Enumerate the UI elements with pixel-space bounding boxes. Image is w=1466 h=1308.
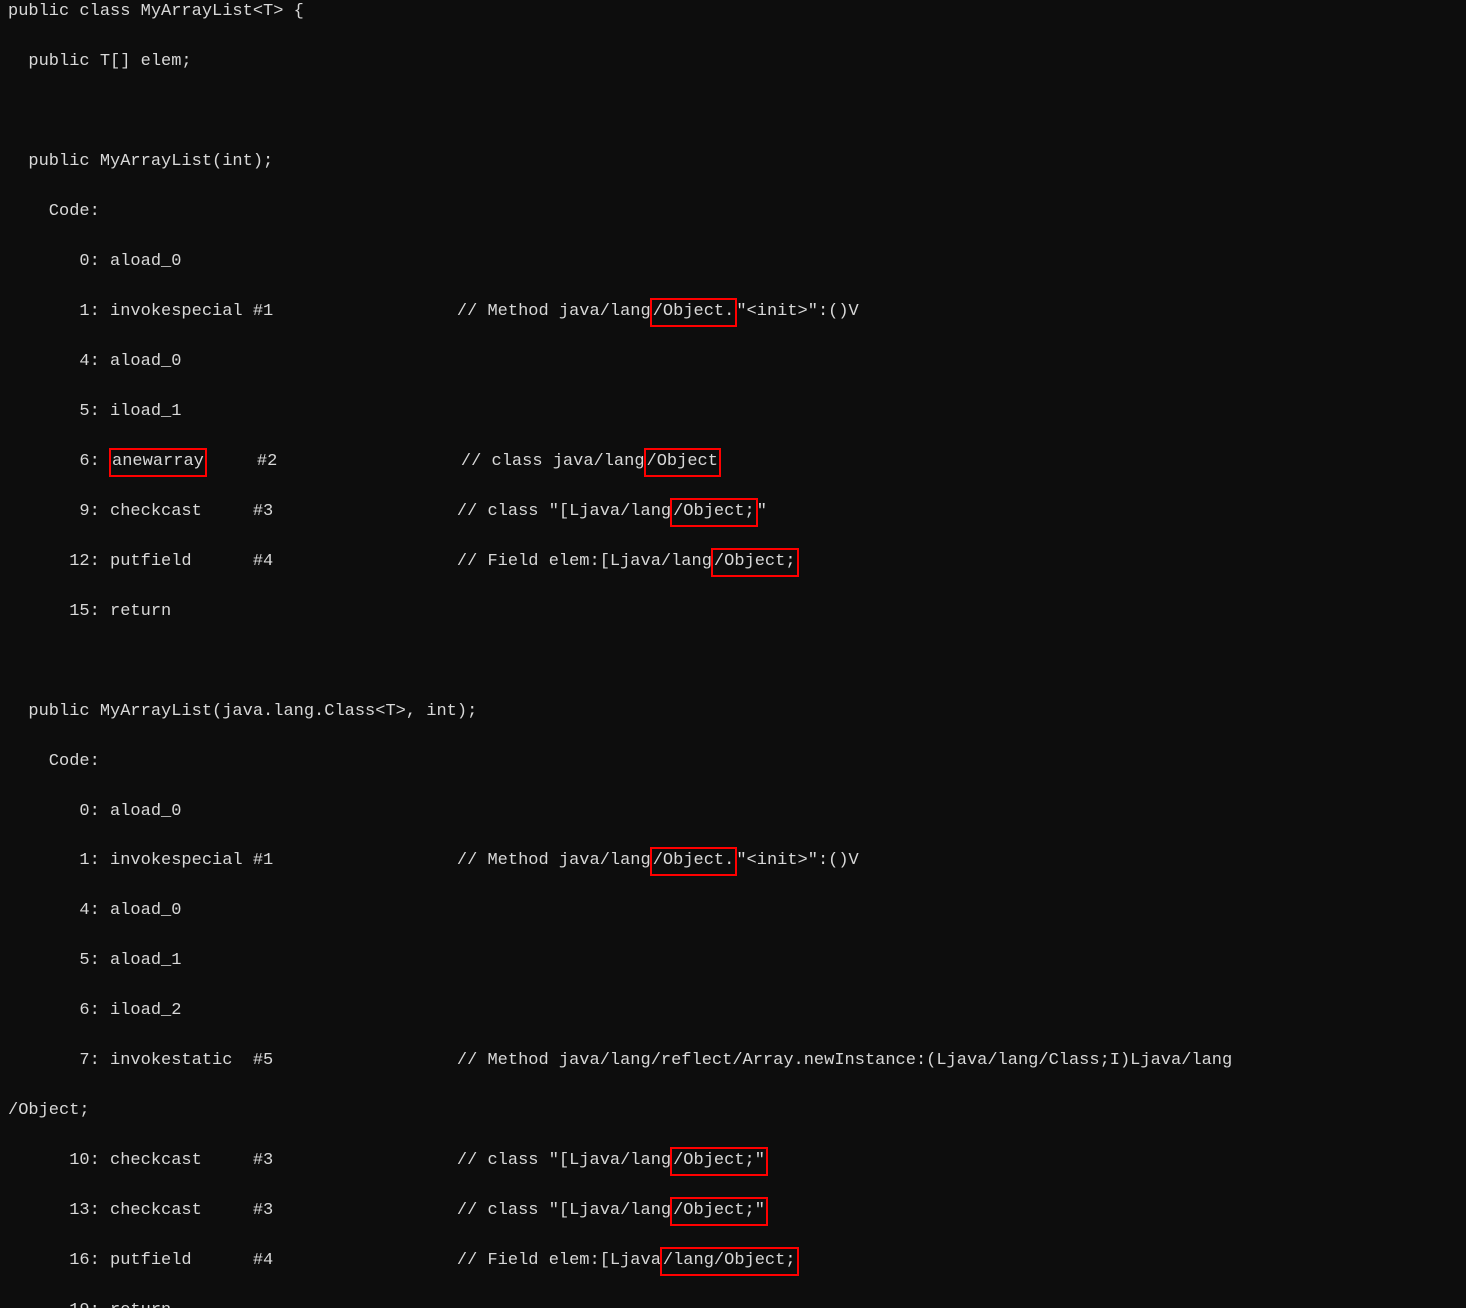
bytecode-line: 15: return xyxy=(8,600,1458,625)
blank-line xyxy=(8,100,1458,125)
bytecode-line: 6: anewarray #2 // class java/lang/Objec… xyxy=(8,450,1458,475)
highlight-object: /Object. xyxy=(650,847,738,876)
bytecode-line: 5: aload_1 xyxy=(8,949,1458,974)
highlight-object: /Object;" xyxy=(670,1147,768,1176)
bytecode-line: 4: aload_0 xyxy=(8,899,1458,924)
constructor1-declaration: public MyArrayList(int); xyxy=(8,150,1458,175)
code-listing: public class MyArrayList<T> { public T[]… xyxy=(0,0,1466,1308)
highlight-object: /Object xyxy=(644,448,721,477)
class-declaration: public class MyArrayList<T> { xyxy=(8,0,1458,25)
highlight-object: /lang/Object; xyxy=(660,1247,799,1276)
highlight-anewarray: anewarray xyxy=(109,448,207,477)
bytecode-line: 7: invokestatic #5 // Method java/lang/r… xyxy=(8,1049,1458,1074)
highlight-object: /Object; xyxy=(711,548,799,577)
code-label: Code: xyxy=(8,750,1458,775)
highlight-object: /Object; xyxy=(670,498,758,527)
bytecode-line: 9: checkcast #3 // class "[Ljava/lang/Ob… xyxy=(8,500,1458,525)
bytecode-line: 4: aload_0 xyxy=(8,350,1458,375)
bytecode-line: 0: aload_0 xyxy=(8,800,1458,825)
bytecode-line: /Object; xyxy=(8,1099,1458,1124)
bytecode-line: 1: invokespecial #1 // Method java/lang/… xyxy=(8,849,1458,874)
highlight-object: /Object. xyxy=(650,298,738,327)
blank-line xyxy=(8,650,1458,675)
bytecode-line: 12: putfield #4 // Field elem:[Ljava/lan… xyxy=(8,550,1458,575)
bytecode-line: 10: checkcast #3 // class "[Ljava/lang/O… xyxy=(8,1149,1458,1174)
bytecode-line: 16: putfield #4 // Field elem:[Ljava/lan… xyxy=(8,1249,1458,1274)
field-declaration: public T[] elem; xyxy=(8,50,1458,75)
bytecode-line: 0: aload_0 xyxy=(8,250,1458,275)
code-label: Code: xyxy=(8,200,1458,225)
bytecode-line: 6: iload_2 xyxy=(8,999,1458,1024)
bytecode-line: 19: return xyxy=(8,1299,1458,1308)
bytecode-line: 5: iload_1 xyxy=(8,400,1458,425)
bytecode-line: 1: invokespecial #1 // Method java/lang/… xyxy=(8,300,1458,325)
constructor2-declaration: public MyArrayList(java.lang.Class<T>, i… xyxy=(8,700,1458,725)
highlight-object: /Object;" xyxy=(670,1197,768,1226)
bytecode-line: 13: checkcast #3 // class "[Ljava/lang/O… xyxy=(8,1199,1458,1224)
